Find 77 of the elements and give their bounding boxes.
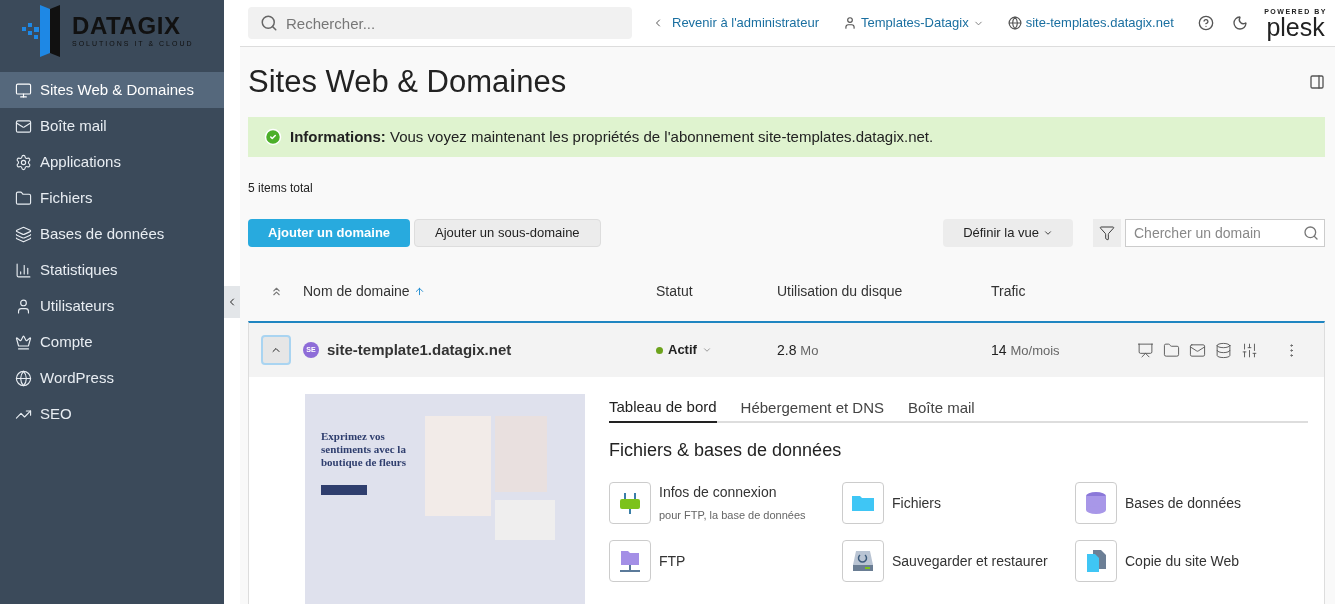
monitor-icon[interactable]	[1137, 341, 1154, 359]
user-icon	[843, 16, 857, 30]
tile-icon-frame[interactable]	[1075, 482, 1117, 524]
globe-icon	[15, 369, 32, 387]
folder-icon[interactable]	[1163, 341, 1180, 359]
layers-icon	[15, 225, 32, 243]
crown-icon	[15, 333, 32, 351]
sidebar-item[interactable]: Utilisateurs	[0, 288, 224, 324]
search-field[interactable]: Rechercher...	[248, 7, 632, 39]
tile-link[interactable]: Sauvegarder et restaurer	[892, 550, 1048, 572]
user-menu[interactable]: Templates-Datagix	[843, 13, 984, 33]
view-button[interactable]: Définir la vue	[943, 219, 1073, 247]
sidebar-item[interactable]: Applications	[0, 144, 224, 180]
monitor-icon	[15, 81, 32, 99]
items-total: 5 items total	[248, 180, 314, 197]
check-icon	[264, 128, 282, 146]
preview-button-shape	[321, 485, 367, 495]
tile-link[interactable]: FTP	[659, 550, 686, 572]
tile-icon-frame[interactable]	[1075, 540, 1117, 582]
sliders-icon[interactable]	[1241, 341, 1258, 359]
mail-icon	[15, 117, 32, 135]
sidebar-item[interactable]: Boîte mail	[0, 108, 224, 144]
page-title: Sites Web & Domaines	[248, 62, 567, 101]
sidebar-item[interactable]: Fichiers	[0, 180, 224, 216]
tile-link[interactable]: Infos de connexion	[659, 482, 806, 504]
moon-icon[interactable]	[1231, 15, 1248, 31]
status-dropdown[interactable]: Actif	[656, 340, 777, 360]
back-to-admin-link[interactable]: Revenir à l'administrateur	[652, 13, 819, 33]
gear-icon	[15, 153, 32, 171]
filter-button[interactable]	[1093, 219, 1121, 247]
details-tab[interactable]: Hébergement et DNS	[740, 394, 884, 423]
tile-icon-frame[interactable]	[609, 482, 651, 524]
collapse-sidebar-button[interactable]	[224, 286, 240, 318]
sidebar-item[interactable]: SEO	[0, 396, 224, 432]
details-tab[interactable]: Tableau de bord	[609, 394, 717, 423]
filter-icon	[1099, 225, 1115, 241]
tile-link[interactable]: Copie du site Web	[1125, 550, 1240, 572]
tile-link[interactable]: Bases de données	[1125, 492, 1241, 514]
column-header[interactable]: Trafic	[991, 280, 1141, 302]
traffic-usage: 14 Mo/mois	[991, 340, 1061, 360]
add-subdomain-button[interactable]: Ajouter un sous-domaine	[414, 219, 601, 247]
help-icon[interactable]	[1197, 15, 1214, 31]
site-link[interactable]: site-templates.datagix.net	[1007, 13, 1174, 33]
column-header[interactable]: Nom de domaine	[303, 280, 656, 302]
preview-heading: Exprimez vos sentiments avec la boutique de fleurs	[321, 430, 407, 469]
column-header[interactable]: Utilisation du disque	[777, 280, 991, 302]
panel-toggle-icon[interactable]	[1309, 74, 1325, 90]
tile-link[interactable]: Fichiers	[892, 492, 941, 514]
folder-icon	[15, 189, 32, 207]
brand-name: plesk	[1266, 14, 1325, 39]
sidebar-item[interactable]: WordPress	[0, 360, 224, 396]
tile-icon-frame[interactable]	[609, 540, 651, 582]
database-icon[interactable]	[1215, 341, 1232, 359]
chevron-down-icon	[701, 345, 712, 355]
domain-search-field[interactable]: Chercher un domain	[1125, 219, 1325, 247]
user-icon	[15, 297, 32, 315]
search-icon	[1303, 225, 1319, 241]
details-tab[interactable]: Boîte mail	[908, 394, 975, 423]
disk-usage: 2.8 Mo	[777, 340, 820, 360]
tile-icon-frame[interactable]	[842, 540, 884, 582]
domain-name[interactable]: site-template1.datagix.net	[327, 338, 656, 362]
search-icon	[260, 14, 278, 32]
sort-arrow-icon	[413, 285, 425, 297]
tile-description: pour FTP, la base de données	[659, 508, 806, 524]
globe-icon	[1007, 16, 1022, 30]
info-message: Informations: Vous voyez maintenant les propriétés de l'abonnement site-templates.datagix.net.	[290, 126, 934, 147]
tile-icon-frame[interactable]	[842, 482, 884, 524]
mail-icon[interactable]	[1189, 341, 1206, 359]
sidebar-item[interactable]: Bases de données	[0, 216, 224, 252]
logo-name: DATAGIX	[72, 12, 182, 39]
sidebar-item[interactable]: Compte	[0, 324, 224, 360]
chevron-down-icon	[1043, 228, 1053, 238]
bar-chart-icon	[15, 261, 32, 279]
sidebar-item[interactable]: Sites Web & Domaines	[0, 72, 224, 108]
sidebar-item[interactable]: Statistiques	[0, 252, 224, 288]
section-title: Fichiers & bases de données	[609, 439, 843, 462]
column-header[interactable]: Statut	[656, 280, 777, 302]
